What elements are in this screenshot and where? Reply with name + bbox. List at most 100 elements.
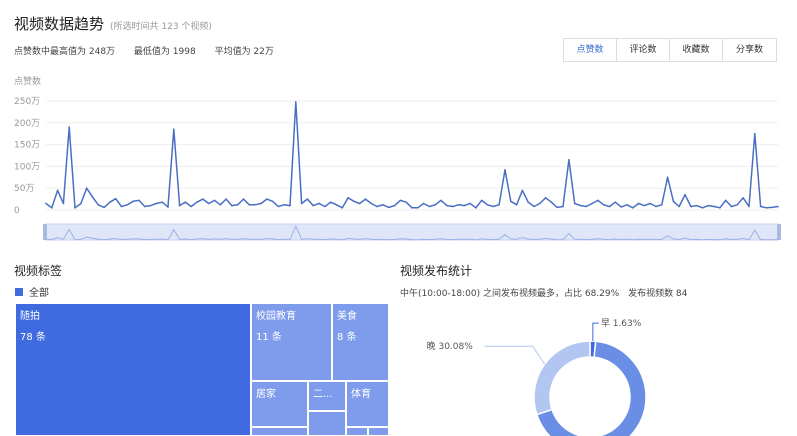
data-point xyxy=(597,199,599,202)
publish-donut-chart: 早 1.63% 晚 30.08% xyxy=(427,318,647,436)
stat-avg: 平均值为 22万 xyxy=(214,47,274,57)
treemap-cell-small[interactable] xyxy=(308,411,346,436)
data-point xyxy=(68,126,71,128)
treemap-cell-home[interactable]: 居家 xyxy=(251,381,308,427)
stat-max: 点赞数中最高值为 248万 xyxy=(14,47,116,57)
slice-label-evening: 晚 30.08% xyxy=(427,341,474,352)
tab-shares[interactable]: 分享数 xyxy=(723,39,776,61)
data-point xyxy=(207,202,210,205)
tab-comments[interactable]: 评论数 xyxy=(617,39,670,61)
treemap-cell-sports[interactable]: 体育 xyxy=(346,381,389,427)
data-point xyxy=(382,203,384,206)
y-tick-label: 100万 xyxy=(14,162,40,172)
data-point xyxy=(393,204,396,207)
treemap-cell-small[interactable] xyxy=(368,427,389,436)
data-point xyxy=(591,202,593,205)
data-point xyxy=(614,201,617,203)
data-point xyxy=(753,132,756,135)
data-point xyxy=(289,204,291,207)
treemap-cell-er[interactable]: 二... xyxy=(308,381,346,411)
data-point xyxy=(248,203,251,206)
data-point xyxy=(109,201,111,203)
treemap-label: 美食 xyxy=(337,311,357,322)
data-point xyxy=(475,207,477,209)
data-point xyxy=(376,205,378,208)
stats-summary: 点赞数中最高值为 248万 最低值为 1998 平均值为 22万 xyxy=(14,44,290,57)
y-tick-label: 50万 xyxy=(14,184,34,194)
data-point xyxy=(103,206,105,209)
data-point xyxy=(608,205,611,208)
y-tick-label: 250万 xyxy=(14,97,40,107)
data-point xyxy=(643,204,646,207)
data-point xyxy=(51,207,53,209)
data-point xyxy=(173,128,175,131)
data-point xyxy=(329,201,332,203)
data-point xyxy=(690,205,692,208)
data-point xyxy=(242,198,245,200)
publish-summary: 中午(10:00-18:00) 之间发布视频最多，占比 68.29% 发布视频数… xyxy=(400,286,693,299)
data-point xyxy=(91,196,94,198)
data-point xyxy=(573,202,576,205)
data-point xyxy=(283,203,285,206)
data-point xyxy=(562,205,564,208)
data-point xyxy=(45,202,47,205)
data-point xyxy=(399,199,402,202)
data-point xyxy=(457,203,460,206)
data-point xyxy=(585,205,588,208)
treemap-cell-suipai[interactable]: 随拍 78 条 xyxy=(15,303,251,436)
tab-likes[interactable]: 点赞数 xyxy=(564,39,617,61)
data-point xyxy=(202,198,204,200)
data-point xyxy=(649,202,651,205)
zoom-slider[interactable] xyxy=(45,223,779,241)
data-point xyxy=(213,199,216,202)
data-point xyxy=(370,202,373,205)
data-point xyxy=(80,202,82,205)
label-leader-line xyxy=(484,345,546,365)
data-point xyxy=(713,205,715,208)
data-point xyxy=(539,202,541,205)
treemap-cell-food[interactable]: 美食 8 条 xyxy=(332,303,389,381)
data-point xyxy=(631,207,634,209)
y-tick-label: 0 xyxy=(14,206,20,216)
data-point xyxy=(161,201,163,203)
treemap-cell-small[interactable] xyxy=(251,427,308,436)
metric-tabs: 点赞数 评论数 收藏数 分享数 xyxy=(563,38,777,62)
tags-legend[interactable]: 全部 xyxy=(15,284,49,299)
data-point xyxy=(730,205,733,208)
treemap-label: 体育 xyxy=(351,389,371,400)
data-point xyxy=(324,205,326,208)
zoom-handle-right[interactable] xyxy=(777,224,781,240)
publish-summary-text: 中午(10:00-18:00) 之间发布视频最多，占比 68.29% xyxy=(400,289,620,299)
y-tick-label: 150万 xyxy=(14,141,40,151)
donut-slice[interactable] xyxy=(533,340,591,416)
data-point xyxy=(533,205,535,208)
data-point xyxy=(143,205,146,208)
y-tick-label: 200万 xyxy=(14,119,40,129)
data-point xyxy=(167,206,169,208)
data-point xyxy=(56,189,59,192)
data-point xyxy=(626,203,628,206)
data-point xyxy=(544,196,547,199)
data-point xyxy=(759,205,762,208)
data-point xyxy=(62,202,65,205)
data-point xyxy=(114,197,117,200)
data-point xyxy=(440,199,442,202)
data-point xyxy=(620,206,622,208)
data-point xyxy=(97,203,100,206)
tags-section-title: 视频标签 xyxy=(14,264,63,278)
data-point xyxy=(661,203,663,206)
data-point xyxy=(120,205,123,208)
treemap-label: 校园教育 xyxy=(256,311,296,322)
data-point xyxy=(765,207,768,209)
video-count-subtitle: (所选时间共 123 个视频) xyxy=(110,22,212,32)
data-point xyxy=(695,204,698,207)
zoom-handle-left[interactable] xyxy=(43,224,47,240)
treemap-cell-campus-education[interactable]: 校园教育 11 条 xyxy=(251,303,332,381)
tab-favorites[interactable]: 收藏数 xyxy=(670,39,723,61)
publish-section-title: 视频发布统计 xyxy=(400,264,473,278)
data-point xyxy=(556,206,559,209)
data-point xyxy=(486,203,489,206)
data-point xyxy=(335,203,338,206)
data-point xyxy=(509,200,512,203)
treemap-cell-small[interactable] xyxy=(346,427,368,436)
